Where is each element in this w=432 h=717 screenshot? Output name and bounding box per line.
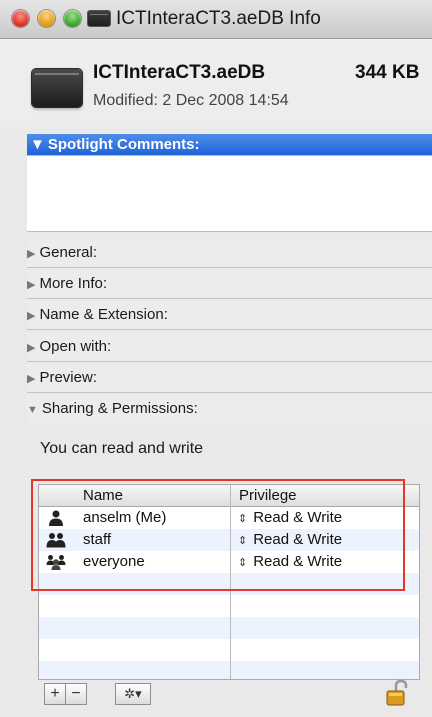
- table-row-empty: [39, 573, 419, 595]
- info-window: ICTInteraCT3.aeDB Info ICTInteraCT3.aeDB…: [0, 0, 432, 717]
- spotlight-comments-header[interactable]: ▼ Spotlight Comments:: [27, 134, 432, 155]
- user-name: everyone: [83, 553, 145, 570]
- table-row-empty: [39, 661, 419, 679]
- section-more-info[interactable]: ▶ More Info:: [27, 270, 432, 299]
- spotlight-comments-label: Spotlight Comments:: [47, 136, 200, 153]
- column-header-privilege[interactable]: Privilege: [239, 485, 297, 506]
- table-row-empty: [39, 595, 419, 617]
- popup-arrows-icon: ⇕: [238, 513, 248, 525]
- close-button[interactable]: [12, 10, 29, 27]
- section-name-extension-label: Name & Extension:: [39, 306, 168, 323]
- section-more-info-label: More Info:: [39, 275, 107, 292]
- permissions-table[interactable]: Name Privilege anselm (Me) ⇕ Read & Write…: [38, 484, 420, 680]
- file-icon: [32, 69, 82, 107]
- user-name: anselm (Me): [83, 509, 167, 526]
- disclosure-closed-icon[interactable]: ▶: [27, 279, 39, 291]
- disclosure-closed-icon[interactable]: ▶: [27, 248, 39, 260]
- privilege-value: Read & Write: [253, 531, 343, 548]
- add-user-button[interactable]: +: [44, 683, 65, 705]
- spotlight-comments-field[interactable]: [27, 155, 432, 232]
- section-general[interactable]: ▶ General:: [27, 239, 432, 268]
- column-divider[interactable]: [230, 485, 231, 679]
- column-header-name[interactable]: Name: [83, 485, 123, 506]
- table-row[interactable]: staff ⇕ Read & Write: [39, 529, 419, 551]
- section-sharing-permissions-label: Sharing & Permissions:: [41, 400, 198, 417]
- remove-user-button[interactable]: −: [65, 683, 87, 705]
- privilege-value: Read & Write: [253, 553, 343, 570]
- table-row[interactable]: everyone ⇕ Read & Write: [39, 551, 419, 573]
- table-row-empty: [39, 617, 419, 639]
- section-name-extension[interactable]: ▶ Name & Extension:: [27, 301, 432, 330]
- disclosure-closed-icon[interactable]: ▶: [27, 310, 39, 322]
- action-menu-button[interactable]: ✲▾: [115, 683, 151, 705]
- disclosure-open-icon[interactable]: ▼: [27, 404, 42, 416]
- file-modified: Modified: 2 Dec 2008 14:54: [93, 92, 289, 109]
- user-name: staff: [83, 531, 112, 548]
- window-title: ICTInteraCT3.aeDB Info: [116, 8, 321, 29]
- everyone-icon: [46, 555, 66, 570]
- section-open-with-label: Open with:: [39, 338, 112, 355]
- privilege-popup[interactable]: ⇕ Read & Write: [238, 507, 342, 530]
- minimize-button[interactable]: [38, 10, 55, 27]
- permission-status: You can read and write: [40, 440, 204, 457]
- popup-arrows-icon: ⇕: [238, 557, 248, 569]
- privilege-value: Read & Write: [253, 509, 343, 526]
- privilege-popup[interactable]: ⇕ Read & Write: [238, 551, 342, 574]
- section-sharing-permissions[interactable]: ▼ Sharing & Permissions:: [27, 395, 432, 423]
- section-open-with[interactable]: ▶ Open with:: [27, 333, 432, 362]
- table-row-empty: [39, 639, 419, 661]
- group-icon: [46, 533, 66, 548]
- permissions-table-header: Name Privilege: [39, 485, 419, 507]
- section-preview[interactable]: ▶ Preview:: [27, 364, 432, 393]
- file-name: ICTInteraCT3.aeDB: [93, 62, 266, 83]
- section-general-label: General:: [39, 244, 98, 261]
- file-size: 344 KB: [355, 62, 420, 83]
- title-bar[interactable]: ICTInteraCT3.aeDB Info: [0, 0, 432, 39]
- lock-icon[interactable]: [385, 679, 409, 707]
- disclosure-closed-icon[interactable]: ▶: [27, 342, 39, 354]
- file-proxy-icon[interactable]: [88, 11, 110, 26]
- privilege-popup[interactable]: ⇕ Read & Write: [238, 529, 342, 552]
- table-row[interactable]: anselm (Me) ⇕ Read & Write: [39, 507, 419, 529]
- section-preview-label: Preview:: [39, 369, 97, 386]
- single-user-icon: [49, 510, 63, 526]
- disclosure-closed-icon[interactable]: ▶: [27, 373, 39, 385]
- zoom-button[interactable]: [64, 10, 81, 27]
- disclosure-open-icon[interactable]: ▼: [27, 136, 48, 153]
- popup-arrows-icon: ⇕: [238, 535, 248, 547]
